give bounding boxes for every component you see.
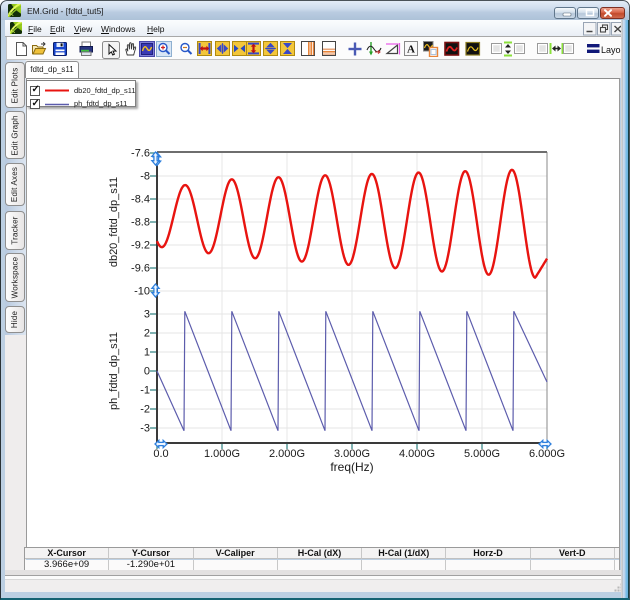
svg-text:ph_fdtd_dp_s11: ph_fdtd_dp_s11 bbox=[108, 332, 120, 410]
svg-text:db20_fdtd_dp_s11: db20_fdtd_dp_s11 bbox=[108, 177, 120, 267]
svg-text:3: 3 bbox=[144, 309, 150, 321]
svg-text:1: 1 bbox=[144, 347, 150, 359]
svg-text:-10: -10 bbox=[134, 286, 150, 298]
svg-text:0.0: 0.0 bbox=[153, 448, 168, 460]
svg-text:4.000G: 4.000G bbox=[399, 448, 435, 460]
svg-text:-3: -3 bbox=[140, 423, 150, 435]
svg-text:A: A bbox=[407, 44, 415, 56]
svg-text:-9.2: -9.2 bbox=[131, 240, 150, 252]
svg-text:2.000G: 2.000G bbox=[269, 448, 305, 460]
svg-text:-9.6: -9.6 bbox=[131, 263, 150, 275]
svg-text:-8.8: -8.8 bbox=[131, 217, 150, 229]
svg-text:3.000G: 3.000G bbox=[334, 448, 370, 460]
svg-text:6.000G: 6.000G bbox=[529, 448, 565, 460]
svg-text:-2: -2 bbox=[140, 404, 150, 416]
svg-text:1.000G: 1.000G bbox=[204, 448, 240, 460]
svg-text:freq(Hz): freq(Hz) bbox=[330, 460, 373, 474]
svg-text:-7.6: -7.6 bbox=[131, 148, 150, 160]
svg-text:-8.4: -8.4 bbox=[131, 194, 150, 206]
svg-text:-1: -1 bbox=[140, 385, 150, 397]
svg-text:-8: -8 bbox=[140, 171, 150, 183]
svg-text:2: 2 bbox=[144, 328, 150, 340]
svg-text:0: 0 bbox=[144, 366, 150, 378]
svg-text:5.000G: 5.000G bbox=[464, 448, 500, 460]
